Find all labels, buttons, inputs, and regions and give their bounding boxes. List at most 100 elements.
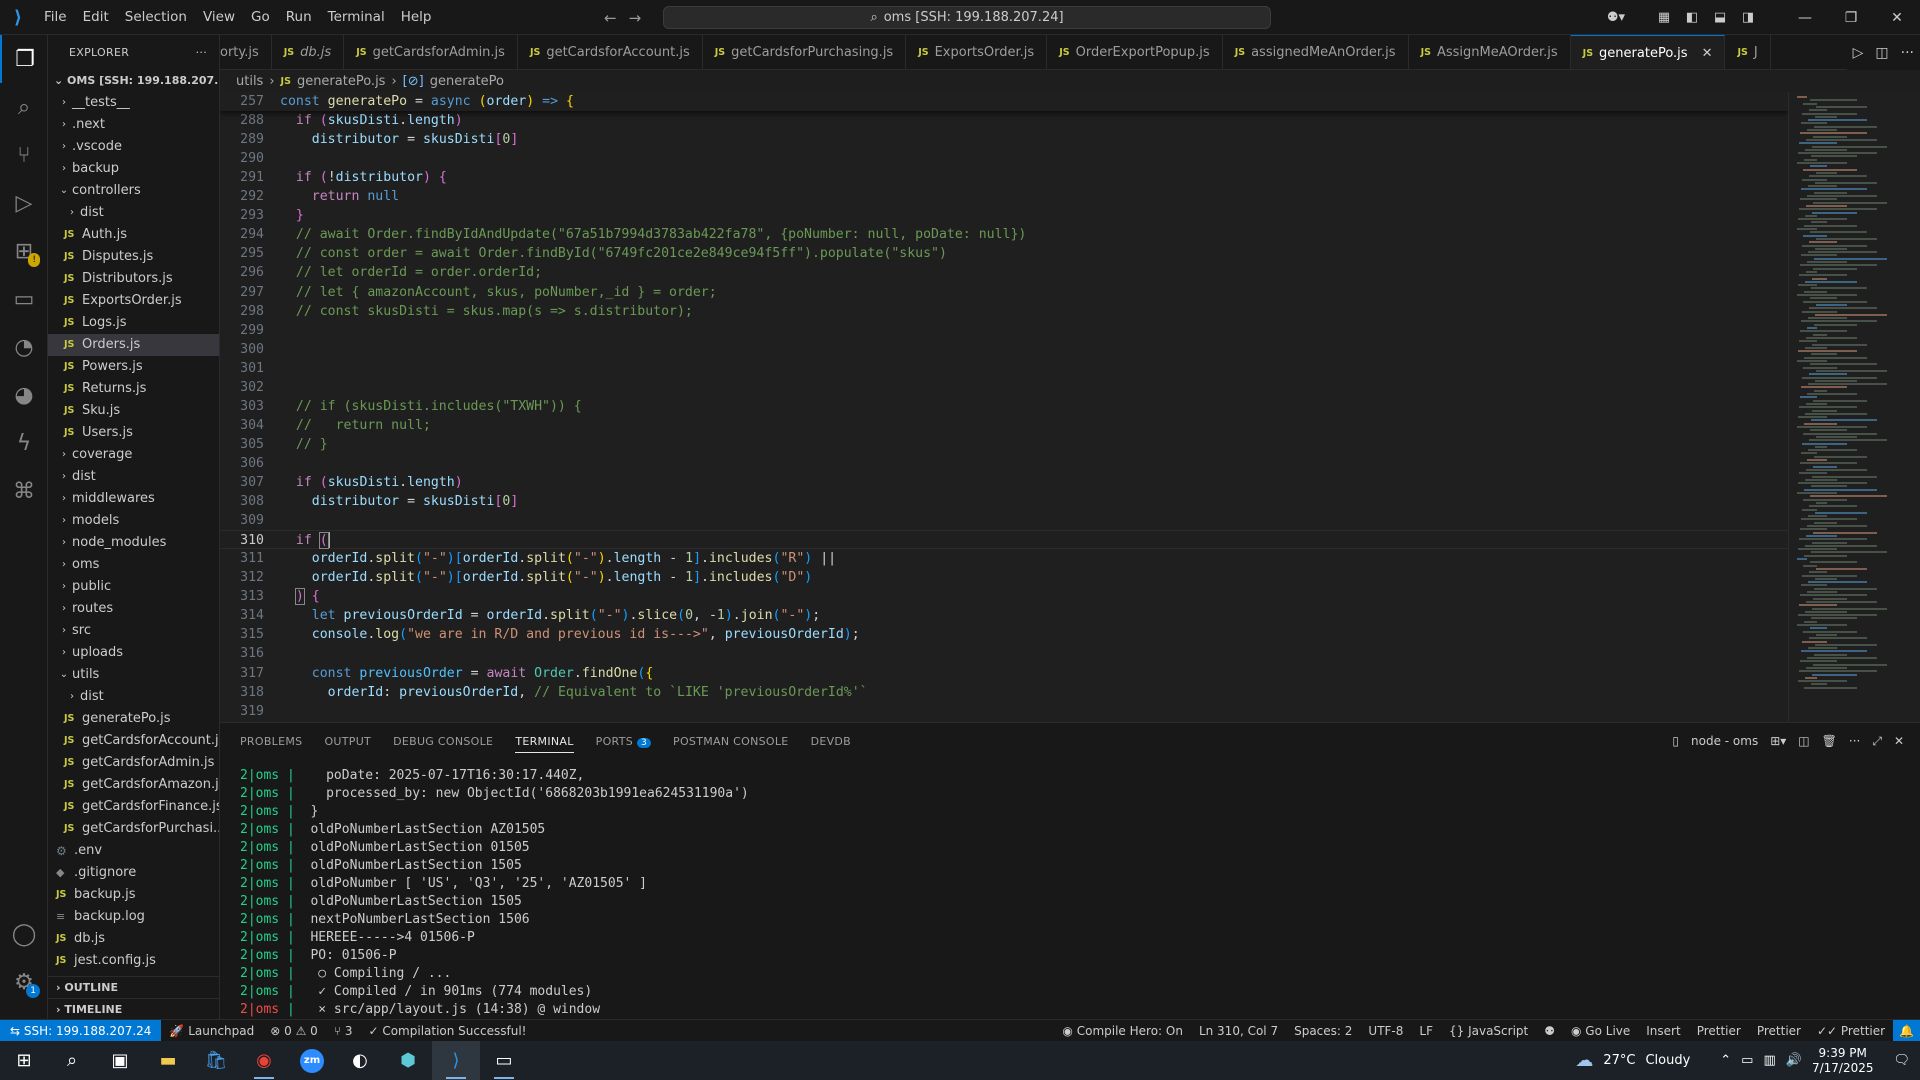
problems-indicator[interactable]: ⊗ 0 ⚠ 0 <box>262 1024 326 1038</box>
toggle-sidebar-icon[interactable]: ◧ <box>1678 10 1706 25</box>
split-editor-icon[interactable]: ◫ <box>1875 45 1888 61</box>
more-actions-icon[interactable]: ··· <box>196 46 207 59</box>
folder-item[interactable]: › dist <box>48 686 219 708</box>
file-item[interactable]: JS jest.config.js <box>48 950 219 972</box>
python-icon[interactable]: ⌘ <box>0 467 48 515</box>
git-graph-icon[interactable]: ◔ <box>0 323 48 371</box>
toggle-panel-icon[interactable]: ⬓ <box>1706 10 1734 25</box>
file-item[interactable]: JS Orders.js <box>48 334 219 356</box>
file-item[interactable]: JS Sku.js <box>48 400 219 422</box>
menu-item-help[interactable]: Help <box>393 0 440 35</box>
file-item[interactable]: JS db.js <box>48 928 219 950</box>
menu-item-view[interactable]: View <box>195 0 243 35</box>
file-item[interactable]: JS getCardsforAmazon.js <box>48 774 219 796</box>
command-center-search[interactable]: ⌕ oms [SSH: 199.188.207.24] <box>663 6 1271 29</box>
panel-tab-terminal[interactable]: TERMINAL <box>515 735 574 753</box>
editor-tab[interactable]: JS db.js <box>272 35 345 69</box>
code-editor[interactable]: 257 const generatePo = async (order) => {… <box>220 92 1788 722</box>
maximize-panel-icon[interactable]: ⤢ <box>1872 734 1882 749</box>
file-item[interactable]: JS Users.js <box>48 422 219 444</box>
chevron-up-icon[interactable]: ⌃ <box>1720 1053 1731 1068</box>
outline-section[interactable]: › OUTLINE <box>48 976 219 998</box>
cursor-position[interactable]: Ln 310, Col 7 <box>1191 1024 1286 1038</box>
app-icon[interactable]: ◐ <box>336 1041 384 1080</box>
source-control-icon[interactable]: ⑂ <box>0 131 48 179</box>
file-item[interactable]: ⚙ .env <box>48 840 219 862</box>
end-of-line[interactable]: LF <box>1411 1024 1441 1038</box>
folder-item[interactable]: › .next <box>48 114 219 136</box>
menu-item-file[interactable]: File <box>36 0 75 35</box>
terminal-icon[interactable]: ▭ <box>480 1041 528 1080</box>
go-live[interactable]: ◉ Go Live <box>1563 1024 1638 1038</box>
menu-item-selection[interactable]: Selection <box>117 0 195 35</box>
folder-item[interactable]: › models <box>48 510 219 532</box>
restore-button[interactable]: ❐ <box>1828 10 1874 26</box>
remote-indicator[interactable]: ⇆ SSH: 199.188.207.24 <box>0 1019 162 1042</box>
file-item[interactable]: JS backup.js <box>48 884 219 906</box>
file-item[interactable]: JS getCardsforPurchasi... <box>48 818 219 840</box>
folder-item[interactable]: › node_modules <box>48 532 219 554</box>
thunder-client-icon[interactable]: ◕ <box>0 371 48 419</box>
customize-layout-icon[interactable]: ▦ <box>1650 10 1678 25</box>
folder-item[interactable]: › routes <box>48 598 219 620</box>
folder-item[interactable]: › src <box>48 620 219 642</box>
volume-icon[interactable]: 🔊 <box>1786 1053 1802 1068</box>
battery-icon[interactable]: ▭ <box>1741 1053 1753 1068</box>
copilot-status-icon[interactable]: ⚉ <box>1536 1024 1563 1038</box>
zoom-icon[interactable]: zm <box>288 1041 336 1080</box>
terminal-name[interactable]: node - oms <box>1691 734 1758 748</box>
compile-status[interactable]: ✓ Compilation Successful! <box>360 1024 534 1038</box>
panel-tab-devdb[interactable]: DEVDB <box>811 735 851 748</box>
minimize-button[interactable]: — <box>1782 10 1828 26</box>
folder-item[interactable]: › public <box>48 576 219 598</box>
compile-hero[interactable]: ◉ Compile Hero: On <box>1054 1024 1191 1038</box>
network-icon[interactable]: ▥ <box>1763 1053 1775 1068</box>
editor-tab[interactable]: JS AssignMeAOrder.js <box>1409 35 1571 69</box>
editor-tab[interactable]: JS getCardsforAccount.js <box>518 35 703 69</box>
indentation[interactable]: Spaces: 2 <box>1286 1024 1360 1038</box>
toggle-secondary-sidebar-icon[interactable]: ◨ <box>1734 10 1762 25</box>
file-item[interactable]: JS Distributors.js <box>48 268 219 290</box>
file-item[interactable]: JS generatePo.js <box>48 708 219 730</box>
folder-item[interactable]: › uploads <box>48 642 219 664</box>
lightning-icon[interactable]: ϟ <box>0 419 48 467</box>
editor-tab[interactable]: JS J <box>1725 35 1771 69</box>
panel-tab-problems[interactable]: PROBLEMS <box>240 735 302 748</box>
file-item[interactable]: JS Disputes.js <box>48 246 219 268</box>
close-panel-icon[interactable]: ✕ <box>1894 734 1904 748</box>
insert-mode[interactable]: Insert <box>1638 1024 1688 1038</box>
file-item[interactable]: JS getCardsforFinance.js <box>48 796 219 818</box>
breadcrumb-symbol[interactable]: generatePo <box>430 74 504 89</box>
breadcrumb-folder[interactable]: utils <box>236 74 263 89</box>
editor-tab[interactable]: JS assignedMeAnOrder.js <box>1223 35 1409 69</box>
notification-center-icon[interactable]: 🗨 <box>1893 1053 1910 1068</box>
notifications-icon[interactable]: 🔔 <box>1893 1019 1920 1042</box>
task-view-icon[interactable]: ▣ <box>96 1041 144 1080</box>
language-mode[interactable]: {} JavaScript <box>1441 1024 1536 1038</box>
split-terminal-icon[interactable]: ◫ <box>1798 734 1809 748</box>
copilot-icon[interactable]: ⚉▾ <box>1602 10 1630 25</box>
folder-item[interactable]: › __tests__ <box>48 92 219 114</box>
account-icon[interactable]: ◯ <box>0 910 48 958</box>
run-debug-icon[interactable]: ▷ <box>0 179 48 227</box>
run-icon[interactable]: ▷ <box>1853 45 1864 61</box>
search-icon[interactable]: ⌕ <box>0 83 48 131</box>
close-tab-icon[interactable]: ✕ <box>1702 46 1713 61</box>
clock[interactable]: 9:39 PM 7/17/2025 <box>1812 1046 1874 1076</box>
vscode-icon[interactable]: ⟩ <box>432 1041 480 1080</box>
explorer-icon[interactable]: ❐ <box>0 35 48 83</box>
folder-item[interactable]: › middlewares <box>48 488 219 510</box>
encoding[interactable]: UTF-8 <box>1360 1024 1411 1038</box>
editor-tab[interactable]: JS OrderExportPopup.js <box>1047 35 1223 69</box>
timeline-section[interactable]: › TIMELINE <box>48 998 219 1019</box>
editor-tab[interactable]: JS generatePo.js ✕ <box>1570 35 1726 69</box>
prettier-status-3[interactable]: ✓✓ Prettier <box>1809 1024 1893 1038</box>
weather-temp[interactable]: 27°C <box>1603 1053 1635 1068</box>
menu-item-edit[interactable]: Edit <box>75 0 117 35</box>
search-icon[interactable]: ⌕ <box>48 1041 96 1080</box>
store-icon[interactable]: 🛍 <box>192 1041 240 1080</box>
ports-indicator[interactable]: ⑂ 3 <box>326 1024 361 1038</box>
file-item[interactable]: ≡ backup.log <box>48 906 219 928</box>
editor-tab[interactable]: JS getCardsforPurchasing.js <box>703 35 907 69</box>
folder-item[interactable]: › dist <box>48 202 219 224</box>
